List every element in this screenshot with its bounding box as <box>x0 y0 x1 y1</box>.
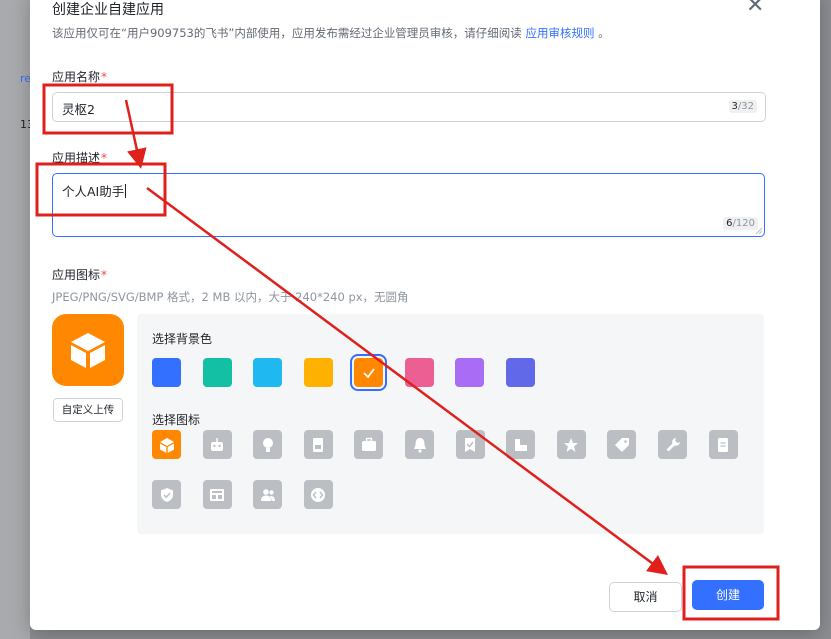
color-swatch[interactable] <box>350 354 387 391</box>
dialog-description: 该应用仅可在“用户909753的飞书”内部使用，应用发布需经过企业管理员审核，请… <box>52 25 610 41</box>
bell-icon <box>413 437 426 453</box>
users-icon <box>260 488 275 501</box>
icon-option[interactable] <box>607 430 637 459</box>
color-swatch[interactable] <box>505 358 535 387</box>
layout-icon <box>210 488 225 501</box>
document-icon <box>313 437 324 452</box>
resize-handle-icon[interactable] <box>755 227 762 234</box>
icon-option[interactable] <box>708 430 738 459</box>
required-mark: * <box>101 151 108 165</box>
lightbulb-icon <box>262 437 273 452</box>
icon-option[interactable] <box>303 430 333 459</box>
cancel-button[interactable]: 取消 <box>609 582 682 612</box>
icon-picker-panel: 选择背景色 选择图标 <box>137 314 764 534</box>
icon-option[interactable] <box>253 430 283 459</box>
app-name-input[interactable]: 灵枢2 3/32 <box>52 92 766 122</box>
icon-option[interactable] <box>152 480 181 509</box>
custom-upload-button[interactable]: 自定义上传 <box>53 398 123 422</box>
icon-select-label: 选择图标 <box>152 413 201 427</box>
icon-option[interactable] <box>303 480 333 509</box>
app-desc-label-text: 应用描述 <box>52 151 101 165</box>
file-icon <box>718 437 729 452</box>
description-text: 该应用仅可在“用户909753的飞书”内部使用，应用发布需经过企业管理员审核，请… <box>52 26 522 40</box>
icon-option[interactable] <box>354 430 384 459</box>
icon-option[interactable] <box>202 480 232 509</box>
background-page <box>0 0 30 639</box>
color-swatch[interactable] <box>202 358 232 387</box>
description-suffix: 。 <box>598 26 610 40</box>
dialog-title: 创建企业自建应用 <box>52 2 164 18</box>
app-name-value: 灵枢2 <box>62 102 95 117</box>
app-name-label: 应用名称* <box>52 68 107 85</box>
app-icon-label-text: 应用图标 <box>52 268 101 282</box>
robot-icon <box>211 437 224 451</box>
color-swatch[interactable] <box>152 358 181 387</box>
required-mark: * <box>101 70 108 84</box>
wrench-icon <box>666 437 680 451</box>
checkmark-icon <box>362 367 375 378</box>
app-name-counter: 3/32 <box>728 100 757 113</box>
shield-icon <box>160 487 173 502</box>
icon-option[interactable] <box>152 430 181 459</box>
box-icon <box>159 437 174 453</box>
icon-option[interactable] <box>556 430 586 459</box>
app-desc-counter: 6/120 <box>723 217 758 230</box>
code-icon <box>311 487 326 502</box>
briefcase-icon <box>361 437 376 451</box>
icon-option[interactable] <box>506 430 536 459</box>
review-rules-link[interactable]: 应用审核规则 <box>525 26 594 40</box>
app-desc-label: 应用描述* <box>52 149 107 166</box>
chart-icon <box>514 438 527 451</box>
icon-option[interactable] <box>253 480 283 509</box>
star-icon <box>564 437 579 452</box>
required-mark: * <box>101 268 108 282</box>
tag-icon <box>614 437 629 452</box>
icon-option[interactable] <box>658 430 687 459</box>
color-swatch[interactable] <box>404 358 434 387</box>
create-button[interactable]: 创建 <box>692 580 764 610</box>
create-app-dialog: 创建企业自建应用 ✕ 该应用仅可在“用户909753的飞书”内部使用，应用发布需… <box>30 0 820 630</box>
color-swatch[interactable] <box>253 358 282 387</box>
app-name-label-text: 应用名称 <box>52 70 101 84</box>
color-swatch[interactable] <box>303 358 333 387</box>
bg-color-label: 选择背景色 <box>152 332 213 346</box>
bookmark-check-icon <box>465 437 476 452</box>
app-icon-preview <box>52 314 124 386</box>
color-swatch[interactable] <box>455 358 484 387</box>
icon-option[interactable] <box>455 430 485 459</box>
box-icon <box>71 333 105 368</box>
app-icon-label: 应用图标* <box>52 266 107 283</box>
text-caret <box>125 184 127 198</box>
app-desc-textarea[interactable]: 个人AI助手 6/120 <box>52 173 765 237</box>
app-desc-text: 个人AI助手 <box>62 184 125 199</box>
close-icon[interactable]: ✕ <box>746 0 764 17</box>
app-desc-max: /120 <box>732 218 755 229</box>
icon-option[interactable] <box>202 430 232 459</box>
app-name-max: /32 <box>737 101 754 112</box>
icon-format-hint: JPEG/PNG/SVG/BMP 格式，2 MB 以内，大于 240*240 p… <box>52 290 409 304</box>
app-desc-value: 个人AI助手 <box>62 181 127 200</box>
icon-option[interactable] <box>405 430 434 459</box>
